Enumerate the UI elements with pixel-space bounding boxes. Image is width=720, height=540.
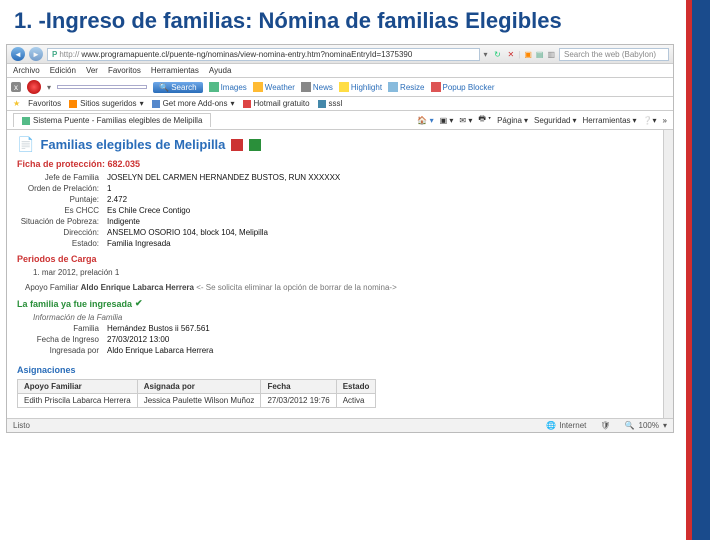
command-bar: 🏠 ▾ ▣ ▾ ✉ ▾ 🖶 ▾ Página ▾ Seguridad ▾ Her…	[417, 113, 667, 127]
tab-title: Sistema Puente - Familias elegibles de M…	[33, 116, 202, 125]
browser-window: ◄ ► P http:// www.programapuente.cl/puen…	[6, 44, 674, 433]
globe-icon: 🌐	[546, 421, 556, 430]
menu-ayuda[interactable]: Ayuda	[209, 66, 232, 75]
search-placeholder: Search the web (Babylon)	[564, 50, 656, 59]
col-apoyo: Apoyo Familiar	[18, 380, 138, 394]
slide-title: 1. -Ingreso de familias: Nómina de famil…	[0, 0, 720, 44]
menu-edicion[interactable]: Edición	[50, 66, 76, 75]
print-icon[interactable]: ▥	[547, 50, 555, 59]
forward-button[interactable]: ►	[29, 47, 43, 61]
status-done: Listo	[13, 421, 30, 430]
apoyo-line: Apoyo Familiar Aldo Enrique Labarca Herr…	[25, 283, 653, 292]
page-icon: P	[52, 50, 57, 59]
browser-statusbar: Listo 🌐Internet 🛡 🔍 100% ▾	[7, 418, 673, 432]
url-text: www.programapuente.cl/puente-ng/nominas/…	[81, 50, 412, 59]
field-direccion: Dirección:ANSELMO OSORIO 104, block 104,…	[17, 228, 653, 237]
ask-menu-icon[interactable]: ▾	[47, 83, 51, 92]
page-header: 📄 Familias elegibles de Melipilla	[17, 136, 653, 153]
cmd-pagina[interactable]: Página ▾	[497, 116, 528, 125]
cmd-seguridad[interactable]: Seguridad ▾	[534, 116, 577, 125]
col-estado: Estado	[336, 380, 376, 394]
periodos-section: Periodos de Carga	[17, 254, 653, 264]
divider: |	[518, 50, 520, 59]
tab-favicon	[22, 117, 30, 125]
asignaciones-label: Asignaciones	[17, 365, 653, 375]
favorites-label[interactable]: Favoritos	[28, 99, 61, 108]
back-button[interactable]: ◄	[11, 47, 25, 61]
brand-stripe	[686, 0, 710, 540]
stop-button[interactable]: ✕	[508, 50, 515, 59]
field-jefe: Jefe de FamiliaJOSELYN DEL CARMEN HERNAN…	[17, 173, 653, 182]
url-prefix: http://	[59, 50, 79, 59]
print-button[interactable]: 🖶 ▾	[478, 113, 491, 127]
favorites-star-icon[interactable]: ★	[13, 99, 20, 108]
browser-tab[interactable]: Sistema Puente - Familias elegibles de M…	[13, 113, 211, 127]
zoom-control[interactable]: 🔍 100% ▾	[625, 421, 667, 430]
info-familia-label: Información de la Familia	[33, 313, 653, 322]
field-puntaje: Puntaje:2.472	[17, 195, 653, 204]
fav-sitios[interactable]: Sitios sugeridos ▾	[69, 99, 144, 108]
ask-resize[interactable]: Resize	[388, 82, 424, 92]
tool-icon[interactable]: ▤	[536, 50, 544, 59]
ask-images[interactable]: Images	[209, 82, 247, 92]
menu-favoritos[interactable]: Favoritos	[108, 66, 141, 75]
status-zone: 🌐Internet	[546, 421, 586, 430]
ask-toolbar: x ▾ 🔍 Search Images Weather News Highlig…	[7, 78, 673, 97]
menu-archivo[interactable]: Archivo	[13, 66, 40, 75]
fav-addons[interactable]: Get more Add-ons ▾	[152, 99, 235, 108]
mail-button[interactable]: ✉ ▾	[459, 116, 472, 125]
table-header-row: Apoyo Familiar Asignada por Fecha Estado	[18, 380, 376, 394]
favorites-bar: ★ Favoritos Sitios sugeridos ▾ Get more …	[7, 97, 673, 111]
export-excel-icon[interactable]	[249, 139, 261, 151]
ask-highlight[interactable]: Highlight	[339, 82, 382, 92]
ask-search-button[interactable]: 🔍 Search	[153, 82, 203, 93]
ficha-section: Ficha de protección: 682.035	[17, 159, 653, 169]
periodo-item: 1. mar 2012, prelación 1	[33, 268, 653, 277]
document-icon: 📄	[17, 136, 34, 153]
protected-mode-icon: 🛡	[600, 421, 610, 430]
vertical-scrollbar[interactable]	[663, 130, 673, 418]
field-pobreza: Situación de Pobreza:Indigente	[17, 217, 653, 226]
chevron-expand-icon[interactable]: »	[663, 116, 667, 125]
browser-menubar: Archivo Edición Ver Favoritos Herramient…	[7, 64, 673, 78]
help-button[interactable]: ❔▾	[643, 116, 657, 125]
col-fecha: Fecha	[261, 380, 336, 394]
fav-sssl[interactable]: sssl	[318, 99, 343, 108]
browser-tabbar: Sistema Puente - Familias elegibles de M…	[7, 111, 673, 130]
field-orden: Orden de Prelación:1	[17, 184, 653, 193]
ingresada-message: La familia ya fue ingresada✔	[17, 298, 653, 309]
browser-nav-toolbar: ◄ ► P http:// www.programapuente.cl/puen…	[7, 45, 673, 64]
ask-popup[interactable]: Popup Blocker	[431, 82, 495, 92]
menu-herramientas[interactable]: Herramientas	[151, 66, 199, 75]
field-chcc: Es CHCCEs Chile Crece Contigo	[17, 206, 653, 215]
info-ingresada-por: Ingresada porAldo Enrique Labarca Herrer…	[17, 346, 653, 355]
menu-ver[interactable]: Ver	[86, 66, 98, 75]
rss-icon[interactable]: ▣	[524, 50, 532, 59]
refresh-button[interactable]: ↻	[492, 48, 504, 60]
close-toolbar-button[interactable]: x	[11, 82, 21, 92]
addr-dropdown-icon[interactable]: ▾	[484, 50, 488, 59]
fav-hotmail[interactable]: Hotmail gratuito	[243, 99, 310, 108]
home-button[interactable]: 🏠 ▾	[417, 116, 433, 125]
field-estado: Estado:Familia Ingresada	[17, 239, 653, 248]
table-row: Edith Priscila Labarca Herrera Jessica P…	[18, 394, 376, 408]
ask-logo-icon	[27, 80, 41, 94]
address-bar[interactable]: P http:// www.programapuente.cl/puente-n…	[47, 48, 480, 61]
export-pdf-icon[interactable]	[231, 139, 243, 151]
col-asignada: Asignada por	[137, 380, 261, 394]
ask-weather[interactable]: Weather	[253, 82, 295, 92]
browser-search[interactable]: Search the web (Babylon)	[559, 48, 669, 61]
asignaciones-table: Apoyo Familiar Asignada por Fecha Estado…	[17, 379, 376, 408]
check-icon: ✔	[135, 298, 143, 309]
ask-search-input[interactable]	[57, 85, 147, 89]
page-title: Familias elegibles de Melipilla	[40, 137, 225, 152]
ask-news[interactable]: News	[301, 82, 333, 92]
page-content: 📄 Familias elegibles de Melipilla Ficha …	[7, 130, 663, 418]
info-familia: FamiliaHernández Bustos ii 567.561	[17, 324, 653, 333]
info-fecha: Fecha de Ingreso27/03/2012 13:00	[17, 335, 653, 344]
cmd-herramientas[interactable]: Herramientas ▾	[583, 116, 637, 125]
feeds-button[interactable]: ▣ ▾	[440, 116, 454, 125]
